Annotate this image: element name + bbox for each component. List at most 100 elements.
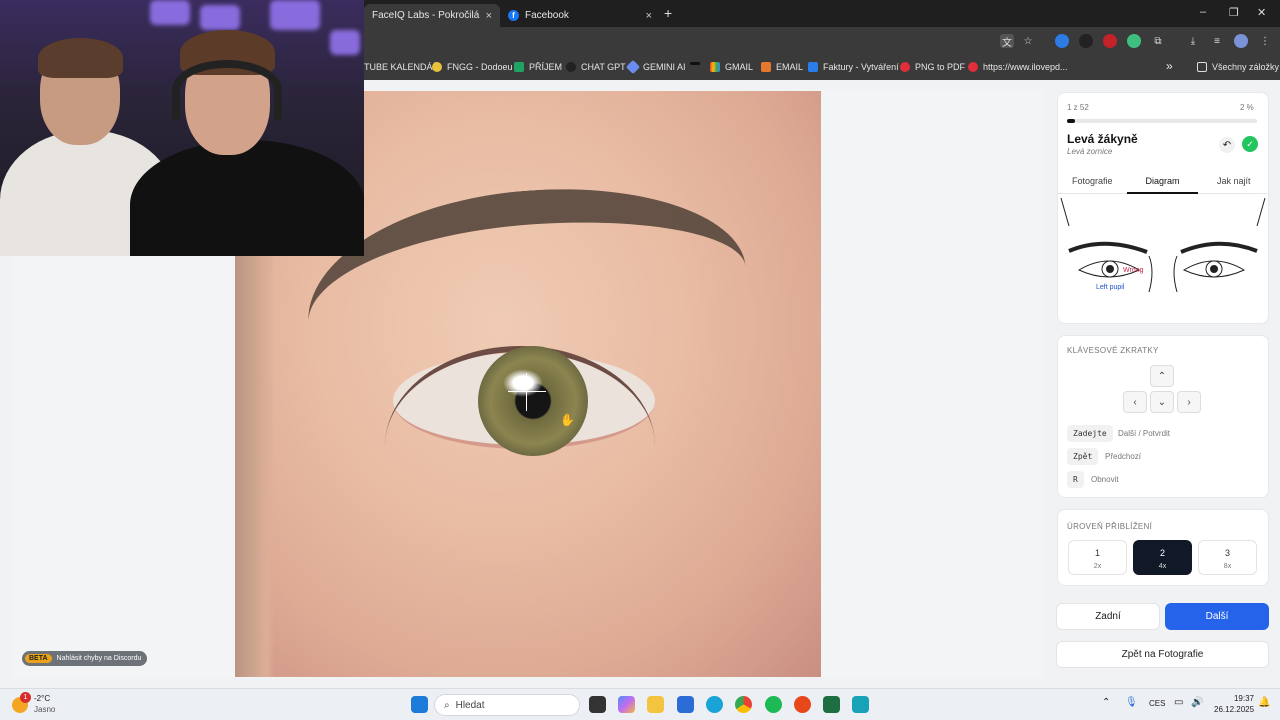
landmark-subtitle: Levá zornice (1067, 147, 1113, 156)
shortcut-key: R (1067, 471, 1084, 488)
close-tab-icon[interactable]: × (486, 10, 492, 22)
clock-time[interactable]: 19:37 (1214, 694, 1254, 703)
bookmark-item[interactable]: PNG to PDF (900, 62, 965, 72)
tab-photos[interactable]: Fotografie (1072, 176, 1113, 186)
edge-icon[interactable] (706, 696, 723, 713)
beta-feedback-badge[interactable]: BETA Nahlásit chyby na Discordu (22, 651, 148, 666)
restore-button[interactable]: ❐ (1229, 6, 1239, 19)
network-icon[interactable]: ▭ (1174, 697, 1183, 708)
new-tab-button[interactable]: + (664, 5, 672, 21)
minimize-button[interactable]: – (1200, 6, 1206, 18)
landmark-crosshair[interactable] (508, 373, 546, 411)
tab-diagram[interactable]: Diagram (1127, 176, 1198, 194)
bookmark-item[interactable]: EMAIL (761, 62, 803, 72)
notepad-icon[interactable] (852, 696, 869, 713)
notifications-icon[interactable]: 🔔 (1258, 697, 1270, 708)
profile-avatar-icon[interactable] (1234, 34, 1248, 48)
task-view-icon[interactable] (589, 696, 606, 713)
zoom-level-1[interactable]: 1 2x (1068, 540, 1127, 575)
close-tab-icon[interactable]: × (646, 10, 652, 22)
chrome-icon[interactable] (735, 696, 752, 713)
chevron-up-icon[interactable]: ⌃ (1102, 697, 1110, 708)
separator-icon (690, 62, 700, 65)
all-bookmarks-folder[interactable]: Všechny záložky (1197, 62, 1279, 72)
gemini-icon (625, 59, 641, 75)
progress-fill (1067, 119, 1075, 123)
shortcuts-title: KLÁVESOVÉ ZKRATKY (1067, 346, 1159, 355)
close-window-button[interactable]: ✕ (1257, 6, 1266, 19)
tab-how-to-find[interactable]: Jak najít (1217, 176, 1251, 186)
media-icon[interactable]: ≡ (1210, 34, 1224, 48)
person-shirt (130, 140, 364, 256)
zoom-level-2[interactable]: 2 4x (1133, 540, 1192, 575)
tab-title: Facebook (525, 10, 569, 21)
next-button[interactable]: Další (1165, 603, 1269, 630)
bookmark-item[interactable] (690, 62, 705, 65)
tab-title: FaceIQ Labs - Pokročilá analýza (372, 10, 482, 21)
person-hair (38, 38, 123, 78)
extension-icon[interactable] (1103, 34, 1117, 48)
windows-start-icon[interactable] (411, 696, 428, 713)
bookmark-item[interactable]: Faktury - Vytváření (808, 62, 899, 72)
bookmark-item[interactable]: https://www.ilovepd... (968, 62, 1068, 72)
shortcut-label: Předchozí (1105, 452, 1142, 461)
bookmark-item[interactable]: TUBE KALENDÁŘ (364, 62, 439, 72)
volume-icon[interactable]: 🔊 (1191, 697, 1203, 708)
tab-faceiq[interactable]: FaceIQ Labs - Pokročilá analýza × (364, 4, 500, 27)
eyebrow (300, 175, 750, 357)
bookmarks-overflow-button[interactable]: » (1166, 59, 1173, 73)
fngg-icon (432, 62, 442, 72)
undo-icon[interactable]: ↶ (1219, 137, 1235, 153)
check-icon[interactable]: ✓ (1242, 136, 1258, 152)
back-button[interactable]: Zadní (1056, 603, 1160, 630)
zoom-title: ÚROVEŇ PŘIBLÍŽENÍ (1067, 522, 1153, 531)
wall-light (330, 30, 360, 55)
bookmark-item[interactable]: CHAT GPT (566, 62, 626, 72)
diagram-label-wrong: Wrong (1123, 267, 1144, 274)
microphone-icon[interactable]: 🎙 (1125, 697, 1138, 708)
outlook-icon[interactable] (677, 696, 694, 713)
extension-icon[interactable] (1079, 34, 1093, 48)
arrow-up-key: ⌃ (1150, 365, 1174, 387)
extension-icon[interactable] (1055, 34, 1069, 48)
back-to-photos-button[interactable]: Zpět na Fotografie (1056, 641, 1269, 668)
heart-icon (968, 62, 978, 72)
shortcut-label: Obnovit (1091, 475, 1119, 484)
beta-label: BETA (25, 654, 52, 663)
puzzle-icon[interactable]: ⧉ (1151, 34, 1165, 48)
heart-icon (900, 62, 910, 72)
shortcut-key: Zpět (1067, 448, 1099, 465)
translate-icon[interactable]: 文 (1000, 34, 1014, 49)
menu-icon[interactable]: ⋮ (1258, 34, 1272, 48)
taskbar-search[interactable]: ⌕ Hledat (434, 694, 580, 716)
obs-icon[interactable] (794, 696, 811, 713)
download-icon[interactable]: ⤓ (1186, 34, 1200, 48)
bookmark-item[interactable]: FNGG - Dodoeu (432, 62, 513, 72)
extension-icon[interactable] (1127, 34, 1141, 48)
star-icon[interactable]: ☆ (1021, 34, 1035, 48)
weather-temperature: -2°C (34, 694, 51, 703)
input-language[interactable]: CES (1149, 699, 1165, 708)
tab-facebook[interactable]: f Facebook × (500, 4, 660, 27)
windows-taskbar: 1 -2°C Jasno ⌕ Hledat ⌃ 🎙 CES ▭ 🔊 19:37 2… (0, 688, 1280, 720)
search-icon: ⌕ (444, 699, 450, 711)
arrow-down-key: ⌄ (1150, 391, 1174, 413)
folder-icon (1197, 62, 1207, 72)
facebook-icon: f (508, 10, 519, 21)
wall-light (270, 0, 320, 30)
clock-date[interactable]: 26.12.2025 (1214, 705, 1254, 714)
file-explorer-icon[interactable] (647, 696, 664, 713)
wall-light (150, 0, 190, 25)
shortcut-key: Zadejte (1067, 425, 1113, 442)
bookmark-item[interactable]: GEMINI AI (625, 59, 686, 75)
bookmark-item[interactable]: GMAIL (710, 62, 753, 72)
chatgpt-icon (566, 62, 576, 72)
spotify-icon[interactable] (765, 696, 782, 713)
bookmark-item[interactable]: PŘÍJEM (514, 62, 562, 72)
copilot-icon[interactable] (618, 696, 635, 713)
zoom-level-3[interactable]: 3 8x (1198, 540, 1257, 575)
arrow-left-key: ‹ (1123, 391, 1147, 413)
excel-icon[interactable] (823, 696, 840, 713)
sheets-icon (514, 62, 524, 72)
discord-feedback-link: Nahlásit chyby na Discordu (56, 655, 142, 662)
